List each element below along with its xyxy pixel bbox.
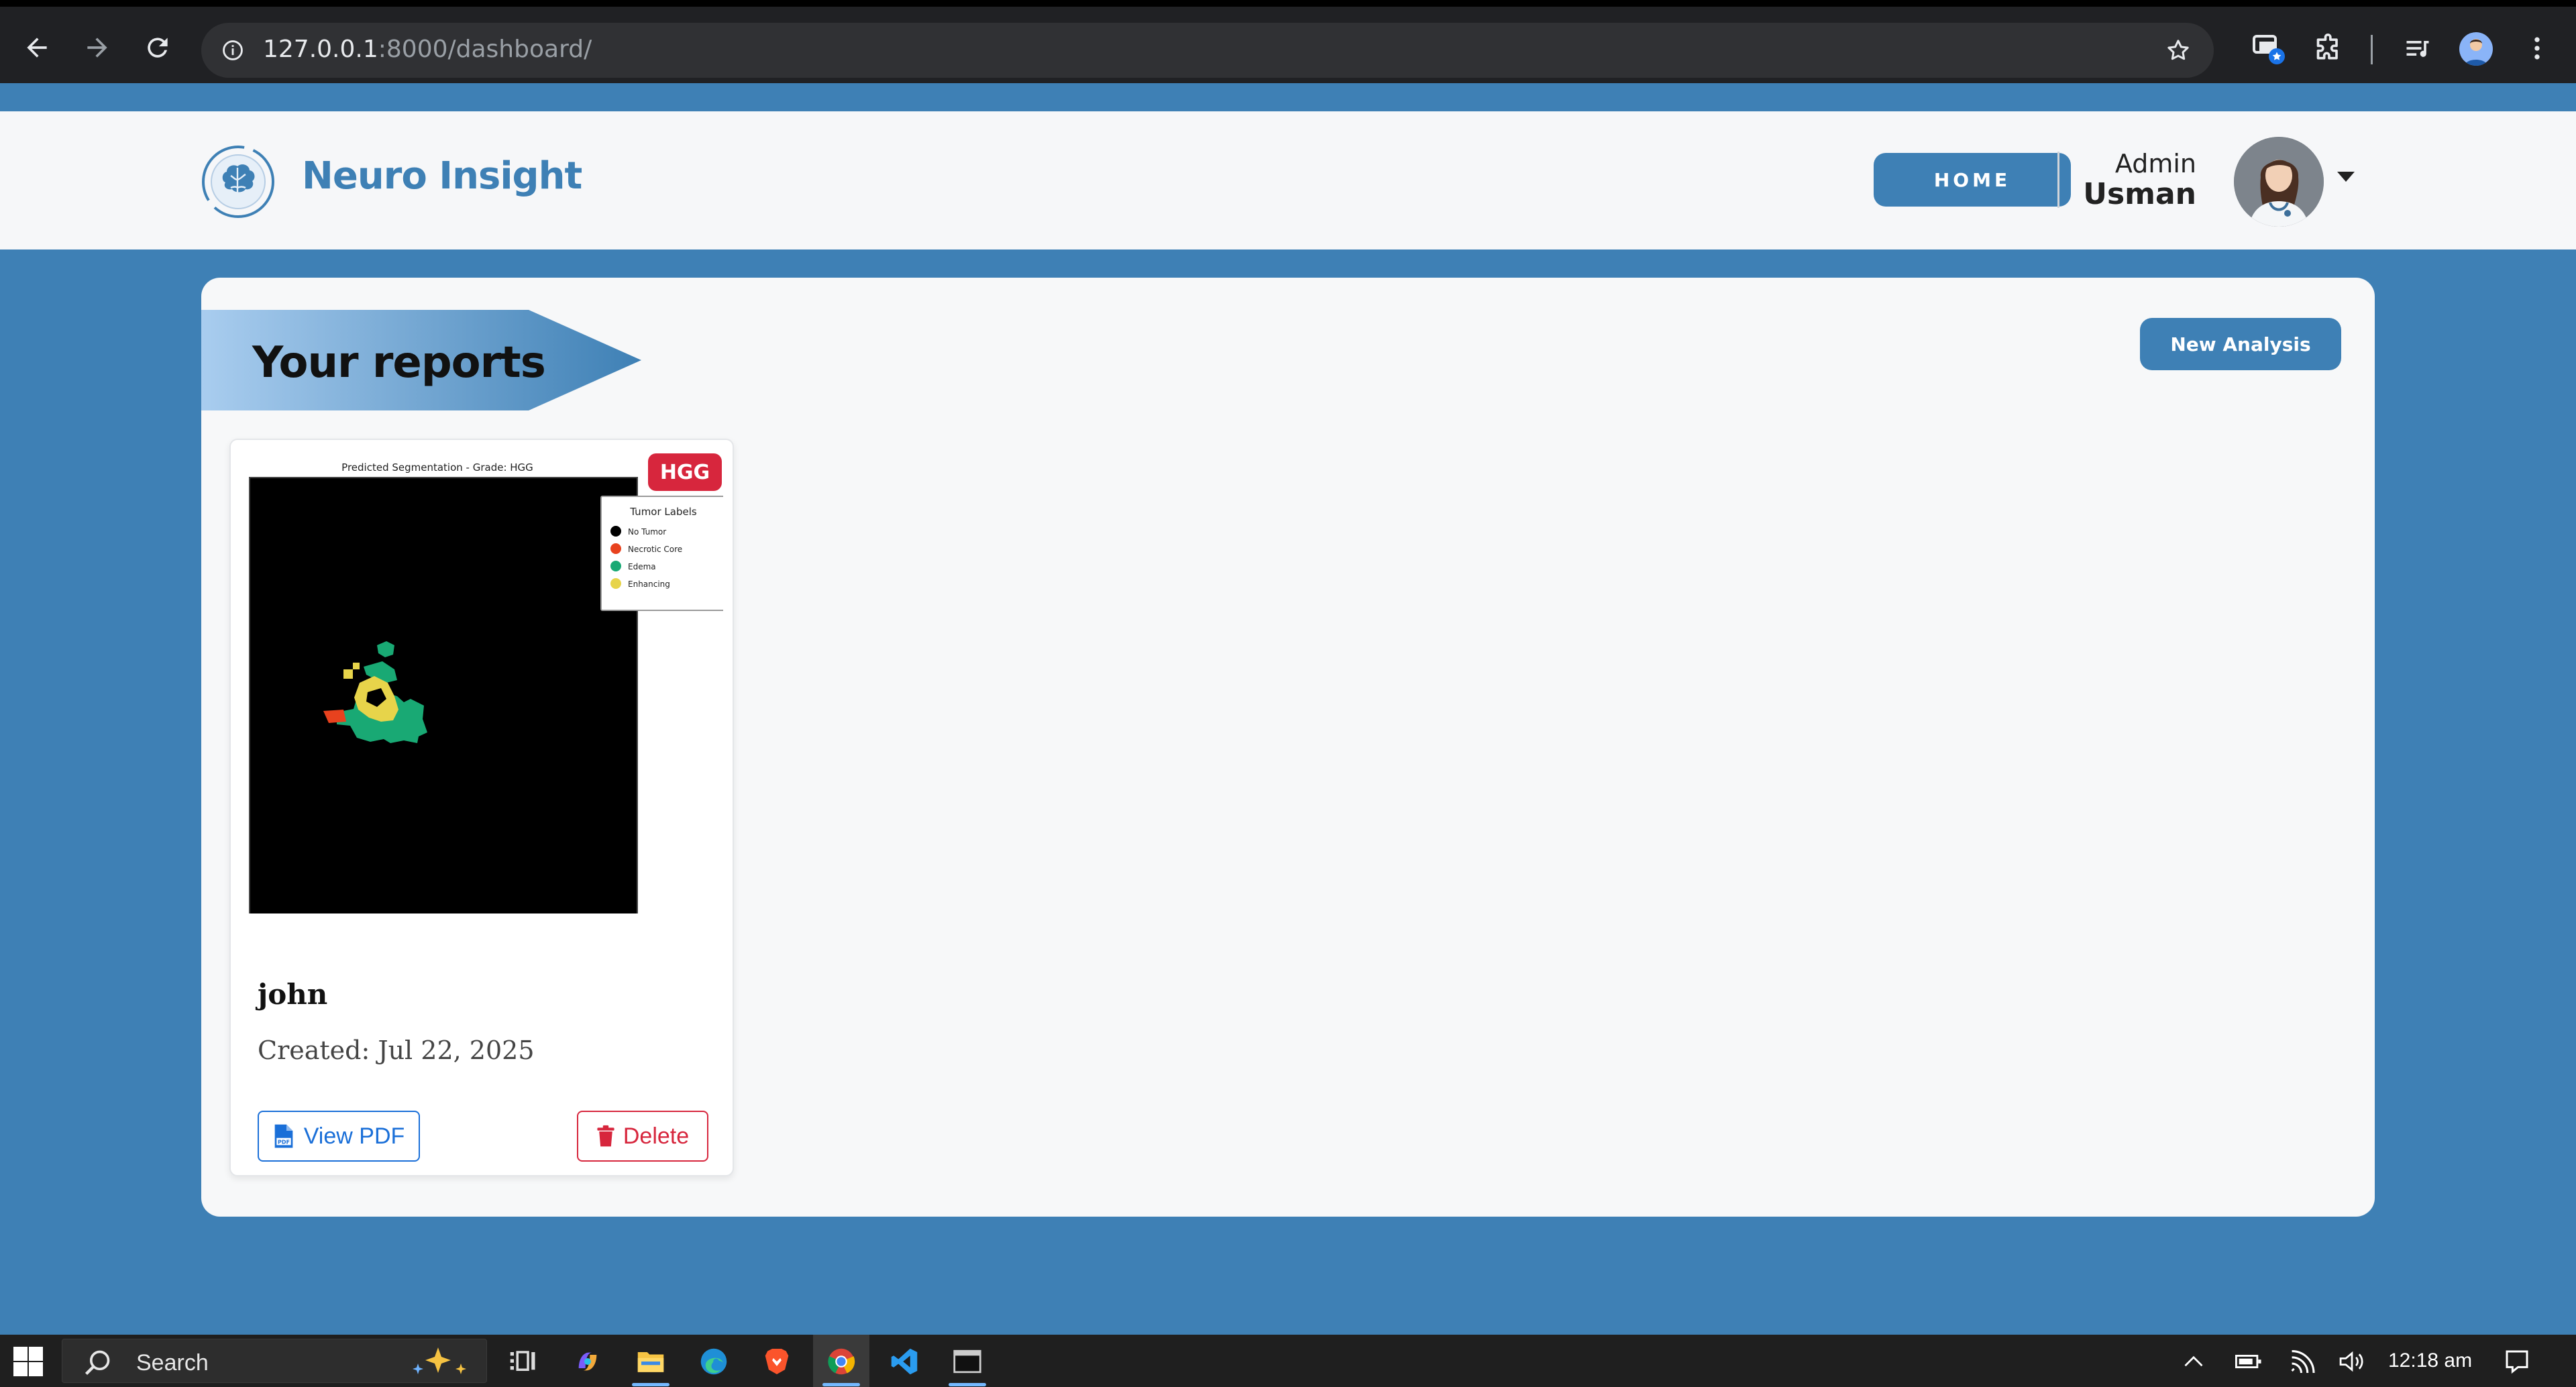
media-queue-icon[interactable] (2396, 27, 2439, 70)
notifications-icon[interactable] (2502, 1347, 2532, 1376)
address-bar[interactable]: 127.0.0.1:8000/dashboard/ (201, 23, 2214, 78)
legend-label-no-tumor: No Tumor (628, 527, 666, 537)
search-icon (85, 1350, 110, 1376)
brand-name[interactable]: Neuro Insight (302, 154, 582, 198)
tumor-legend: Tumor Labels No Tumor Necrotic Core Edem… (600, 496, 727, 611)
report-created-date: Created: Jul 22, 2025 (258, 1036, 535, 1065)
sparkle-icon (413, 1347, 466, 1374)
wifi-icon[interactable] (2288, 1347, 2317, 1376)
page-title: Your reports (252, 338, 546, 388)
site-header: Neuro Insight HOME Admin Usman (0, 111, 2576, 249)
extensions-puzzle-icon[interactable] (2308, 27, 2351, 70)
profile-avatar[interactable] (2459, 32, 2493, 66)
system-clock[interactable]: 12:18 am (2388, 1349, 2472, 1372)
tray-chevron-up-icon[interactable] (2179, 1347, 2208, 1376)
home-button[interactable]: HOME (1874, 153, 2071, 207)
brain-logo-icon[interactable] (200, 144, 276, 220)
copilot-icon[interactable] (569, 1343, 606, 1380)
url-host: 127.0.0.1 (263, 36, 378, 63)
forward-button[interactable] (74, 24, 121, 71)
new-analysis-button[interactable]: New Analysis (2140, 318, 2341, 370)
enhancing-region (343, 669, 353, 679)
bookmark-star-icon[interactable] (2160, 32, 2196, 68)
windows-start-icon[interactable] (13, 1347, 43, 1376)
grade-badge: HGG (648, 453, 722, 491)
report-patient-name: john (258, 978, 328, 1011)
forward-arrow-icon (87, 38, 107, 58)
taskbar-search[interactable]: Search (62, 1339, 487, 1383)
legend-swatch-necrotic-core (610, 543, 621, 554)
volume-icon[interactable] (2337, 1347, 2367, 1376)
file-explorer-icon[interactable] (632, 1343, 669, 1380)
back-button[interactable] (13, 24, 60, 71)
view-pdf-label: View PDF (303, 1123, 405, 1149)
trash-icon (597, 1125, 614, 1147)
reload-icon (148, 38, 168, 58)
chrome-icon[interactable] (822, 1343, 860, 1380)
browser-menu-icon[interactable] (2516, 27, 2559, 70)
user-name: Usman (2083, 177, 2196, 211)
legend-swatch-no-tumor (610, 526, 621, 537)
report-card: Predicted Segmentation - Grade: HGG Tumo… (229, 439, 734, 1176)
legend-swatch-edema (610, 561, 621, 571)
user-menu-caret-icon[interactable] (2337, 172, 2355, 182)
legend-label-edema: Edema (628, 562, 656, 571)
view-pdf-button[interactable]: PDF View PDF (258, 1111, 420, 1162)
reports-panel: Your reports New Analysis Predicted Segm… (201, 278, 2375, 1217)
running-indicator (949, 1383, 986, 1386)
running-indicator (632, 1383, 669, 1386)
url-text: 127.0.0.1:8000/dashboard/ (263, 36, 592, 63)
url-path: :8000/dashboard/ (378, 36, 592, 63)
svg-text:PDF: PDF (278, 1139, 290, 1145)
legend-label-necrotic-core: Necrotic Core (628, 545, 682, 554)
delete-label: Delete (623, 1123, 690, 1149)
delete-button[interactable]: Delete (577, 1111, 708, 1162)
toolbar-divider (2371, 35, 2373, 64)
segmentation-image (249, 477, 638, 930)
pdf-file-icon: PDF (274, 1124, 293, 1148)
user-role: Admin (2114, 149, 2196, 178)
battery-icon[interactable] (2234, 1347, 2263, 1376)
search-label: Search (136, 1350, 209, 1376)
enhancing-region (353, 663, 360, 669)
running-indicator (822, 1383, 860, 1386)
edge-browser-icon[interactable] (695, 1343, 733, 1380)
vscode-icon[interactable] (885, 1343, 923, 1380)
taskbar: Search 12:18 am (0, 1335, 2576, 1387)
header-divider (2057, 152, 2059, 208)
legend-title: Tumor Labels (629, 506, 697, 518)
legend-swatch-enhancing (610, 578, 621, 589)
segmentation-figure: Predicted Segmentation - Grade: HGG Tumo… (243, 444, 727, 930)
browser-toolbar: 127.0.0.1:8000/dashboard/ (0, 0, 2576, 83)
legend-label-enhancing: Enhancing (628, 579, 670, 589)
brave-browser-icon[interactable] (758, 1343, 796, 1380)
reload-button[interactable] (134, 24, 181, 71)
figure-title: Predicted Segmentation - Grade: HGG (341, 461, 533, 474)
task-view-icon[interactable] (504, 1343, 542, 1380)
cast-extension-icon[interactable] (2247, 27, 2290, 70)
site-info-icon[interactable] (215, 32, 251, 68)
back-arrow-icon (27, 38, 47, 58)
user-avatar[interactable] (2234, 137, 2324, 227)
terminal-icon[interactable] (949, 1343, 986, 1380)
